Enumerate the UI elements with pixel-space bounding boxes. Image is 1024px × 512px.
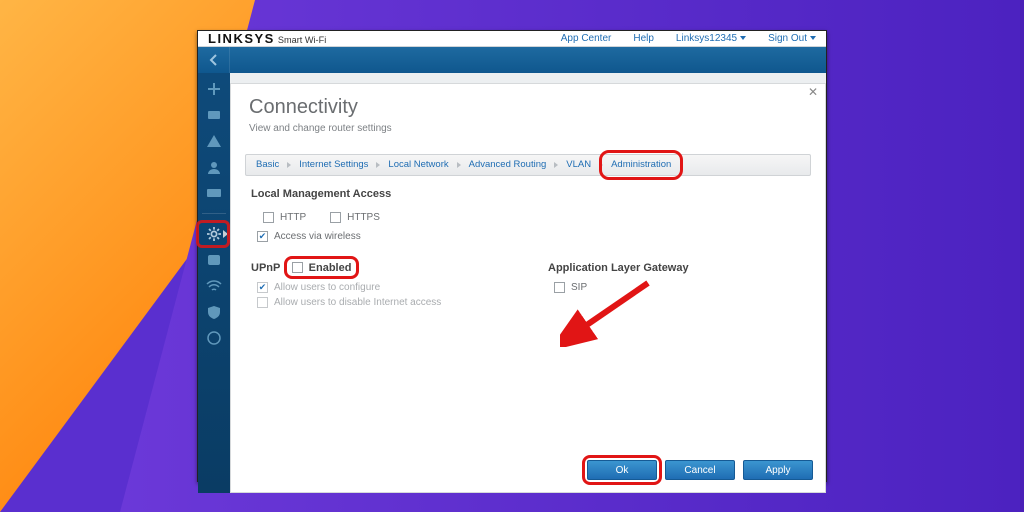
gear-icon [206,227,222,241]
sidebar [198,73,230,493]
brand-subtitle: Smart Wi-Fi [278,35,326,45]
ok-button[interactable]: Ok [587,460,657,480]
checkbox-sip[interactable] [554,282,565,293]
checkbox-wireless[interactable] [257,231,268,242]
page-subtitle: View and change router settings [249,123,807,134]
tab-basic[interactable]: Basic [248,155,287,175]
label-allow-configure: Allow users to configure [274,282,380,293]
link-sign-out[interactable]: Sign Out [768,33,816,44]
row-allow-configure: Allow users to configure [257,282,508,293]
label-https: HTTPS [347,212,380,223]
sidebar-item-devices[interactable] [204,107,224,123]
sidebar-item-status[interactable] [204,81,224,97]
chevron-down-icon [810,36,816,40]
active-indicator-icon [223,230,228,238]
label-allow-disable-net: Allow users to disable Internet access [274,297,441,308]
label-wireless: Access via wireless [274,231,361,242]
section-alg: Application Layer Gateway SIP [528,250,825,316]
close-icon[interactable]: ✕ [808,85,820,97]
chevron-left-icon [209,54,219,66]
tab-internet-settings[interactable]: Internet Settings [291,155,376,175]
body: ✕ Connectivity View and change router se… [198,73,826,493]
row-wireless: Access via wireless [257,231,805,242]
tab-vlan[interactable]: VLAN [558,155,599,175]
sidebar-item-wifi[interactable] [204,278,224,294]
link-help[interactable]: Help [633,33,654,44]
upnp-enabled-group: Enabled [290,262,354,274]
link-account[interactable]: Linksys12345 [676,33,746,44]
chevron-down-icon [740,36,746,40]
sidebar-item-parental[interactable] [204,159,224,175]
content-area: ✕ Connectivity View and change router se… [230,73,826,493]
app-window: LINKSYS Smart Wi-Fi App Center Help Link… [197,30,827,482]
sidebar-separator [202,213,226,214]
link-app-center[interactable]: App Center [561,33,612,44]
cancel-button[interactable]: Cancel [665,460,735,480]
brand-logo: LINKSYS [208,31,275,46]
section-upnp: UPnP Enabled Allow users to configure [231,250,528,316]
sidebar-item-storage[interactable] [204,252,224,268]
sidebar-item-security[interactable] [204,304,224,320]
row-https: HTTPS [330,212,380,223]
title-bar: LINKSYS Smart Wi-Fi App Center Help Link… [198,31,826,47]
panel-connectivity: Connectivity View and change router sett… [230,83,826,493]
back-button[interactable] [198,47,230,73]
page-title: Connectivity [249,96,807,119]
section-title-alg: Application Layer Gateway [548,262,805,274]
checkbox-allow-disable-net[interactable] [257,297,268,308]
row-allow-disable-net: Allow users to disable Internet access [257,297,508,308]
nav-bar [198,47,826,73]
sidebar-item-media[interactable] [204,185,224,201]
tab-strip: Basic Internet Settings Local Network Ad… [245,154,811,176]
label-sip: SIP [571,282,587,293]
label-http: HTTP [280,212,306,223]
checkbox-allow-configure[interactable] [257,282,268,293]
tab-administration[interactable]: Administration [603,155,679,175]
row-upnp-alg: UPnP Enabled Allow users to configure [231,250,825,316]
sidebar-item-settings[interactable] [204,226,224,242]
top-links: App Center Help Linksys12345 Sign Out [561,33,816,44]
brand-block: LINKSYS Smart Wi-Fi [208,31,326,46]
sidebar-item-help[interactable] [204,330,224,346]
row-http: HTTP [263,212,306,223]
checkbox-http[interactable] [263,212,274,223]
tab-advanced-routing[interactable]: Advanced Routing [461,155,555,175]
section-local-mgmt: Local Management Access HTTP HTTPS [231,176,825,250]
sidebar-item-notify[interactable] [204,133,224,149]
tab-local-network[interactable]: Local Network [380,155,456,175]
apply-button[interactable]: Apply [743,460,813,480]
row-sip: SIP [554,282,805,293]
label-upnp-enabled: Enabled [309,262,352,274]
checkbox-https[interactable] [330,212,341,223]
section-title-upnp: UPnP Enabled [251,262,508,274]
section-title-lma: Local Management Access [251,188,805,200]
footer-buttons: Ok Cancel Apply [231,452,825,492]
panel-header: Connectivity View and change router sett… [231,84,825,142]
checkbox-upnp-enabled[interactable] [292,262,303,273]
